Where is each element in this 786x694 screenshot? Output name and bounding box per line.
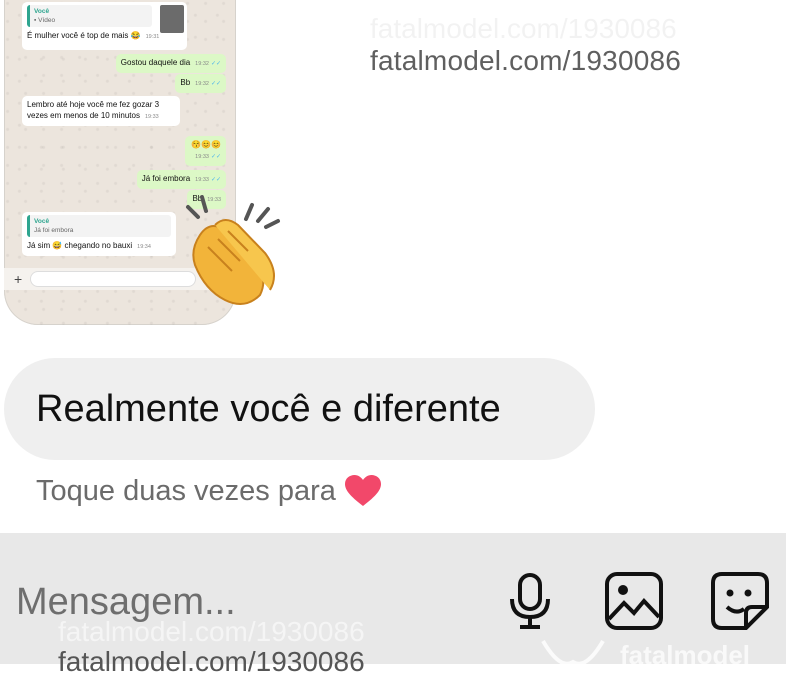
- quote-text: ▪ Vídeo: [34, 17, 56, 24]
- message-text: Gostou daquele dia: [120, 58, 191, 67]
- message-text: Já sim 😅 chegando no bauxi: [27, 241, 133, 250]
- image-icon[interactable]: [602, 569, 666, 633]
- received-message-bubble[interactable]: Realmente você e diferente: [4, 358, 595, 460]
- chat-bubble-outgoing: Bb 19:32 ✓✓: [175, 74, 226, 93]
- message-time: 19:34: [137, 244, 151, 250]
- chat-bubble-outgoing: Gostou daquele dia 19:32 ✓✓: [115, 54, 226, 73]
- watermark-ghost-text: fatalmodel.com/1930086: [58, 616, 365, 647]
- read-receipt-icon: ✓✓: [210, 61, 221, 67]
- watermark-text: fatalmodel.com/1930086: [58, 646, 365, 677]
- read-receipt-icon: ✓✓: [210, 81, 221, 87]
- message-time: 19:33: [195, 177, 209, 183]
- message-text: Lembro até hoje você me fez gozar 3 veze…: [27, 100, 160, 120]
- chat-bubble-incoming: Você Já foi embora Já sim 😅 chegando no …: [22, 212, 176, 256]
- reply-quote: Você ▪ Vídeo: [27, 5, 152, 27]
- message-time: 19:33: [195, 154, 209, 160]
- chat-bubble-outgoing: Já foi embora 19:33 ✓✓: [136, 170, 226, 189]
- message-time: 19:32: [195, 81, 209, 87]
- message-text: Bb: [180, 78, 191, 87]
- read-receipt-icon: ✓✓: [210, 154, 221, 160]
- screenshot-text-field: [30, 271, 197, 287]
- chat-bubble-incoming: Lembro até hoje você me fez gozar 3 veze…: [22, 96, 180, 126]
- double-tap-hint: Toque duas vezes para: [36, 474, 382, 508]
- reply-quote: Você Já foi embora: [27, 215, 171, 237]
- message-time: 19:33: [144, 114, 159, 120]
- brand-name: fatalmodel: [620, 639, 751, 670]
- watermark-ghost-text: fatalmodel.com/1930086: [370, 13, 677, 44]
- quote-author: Você: [34, 8, 50, 15]
- message-text: Realmente você e diferente: [36, 387, 501, 430]
- video-thumbnail: [160, 5, 184, 33]
- message-text: Já foi embora: [141, 174, 191, 183]
- heart-icon: [344, 475, 381, 506]
- quote-text: Já foi embora: [34, 227, 74, 234]
- microphone-icon[interactable]: [498, 569, 562, 633]
- sticker-icon[interactable]: [708, 569, 772, 633]
- message-time: 19:31: [145, 34, 160, 40]
- watermark-text: fatalmodel.com/1930086: [370, 45, 682, 76]
- plus-icon: +: [14, 271, 23, 287]
- clapping-hands-icon: [186, 195, 280, 305]
- chat-bubble-incoming: Você ▪ Vídeo É mulher você é top de mais…: [22, 2, 187, 50]
- brand-watermark: fatalmodel: [540, 638, 750, 672]
- quote-author: Você: [34, 218, 50, 225]
- hint-text: Toque duas vezes para: [36, 474, 336, 507]
- message-emoji: 😚😊😊: [191, 140, 221, 149]
- message-time: 19:32: [195, 61, 209, 67]
- brand-logo-icon: [541, 639, 605, 666]
- chat-bubble-outgoing: 😚😊😊 19:33 ✓✓: [185, 136, 226, 166]
- message-text: É mulher você é top de mais 😂: [27, 31, 141, 40]
- read-receipt-icon: ✓✓: [210, 177, 221, 183]
